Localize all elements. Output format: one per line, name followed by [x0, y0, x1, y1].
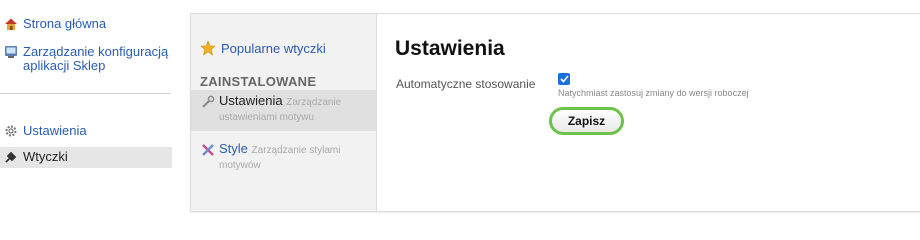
popular-plugins-link[interactable]: Popularne wtyczki: [200, 40, 326, 56]
nav-config-label: Zarządzanie konfiguracją aplikacji Sklep: [23, 44, 169, 73]
auto-apply-checkbox[interactable]: [558, 73, 570, 85]
left-nav: Strona główna Zarządzanie konfiguracją a…: [0, 0, 178, 240]
plugin-panel: Popularne wtyczki ZAINSTALOWANE Ustawien…: [190, 13, 920, 212]
nav-config-link[interactable]: Zarządzanie konfiguracją aplikacji Sklep: [4, 45, 173, 73]
save-button[interactable]: Zapisz: [549, 107, 624, 135]
gear-icon: [4, 124, 18, 138]
plugin-settings-name: Ustawienia: [219, 93, 283, 108]
config-icon: [4, 45, 18, 59]
auto-apply-label: Automatyczne stosowanie: [396, 77, 536, 91]
wrench-icon: [201, 95, 215, 109]
paint-icon: [201, 143, 215, 157]
plugin-item-style[interactable]: Style Zarządzanie stylami motywów: [191, 138, 376, 179]
plugin-icon: [4, 150, 18, 164]
checkmark-icon: [559, 75, 569, 83]
nav-home-link[interactable]: Strona główna: [4, 17, 106, 31]
nav-settings-label: Ustawienia: [23, 123, 87, 138]
installed-heading: ZAINSTALOWANE: [200, 74, 317, 89]
nav-plugins-label: Wtyczki: [23, 149, 68, 164]
plugin-item-settings[interactable]: Ustawienia Zarządzanie ustawieniami moty…: [191, 90, 376, 131]
auto-apply-hint: Natychmiast zastosuj zmiany do wersji ro…: [558, 88, 749, 98]
nav-settings-link[interactable]: Ustawienia: [4, 124, 87, 138]
page-title: Ustawienia: [395, 37, 505, 60]
plugin-subnav: Popularne wtyczki ZAINSTALOWANE Ustawien…: [191, 14, 377, 211]
nav-plugins-link[interactable]: Wtyczki: [0, 147, 172, 168]
home-icon: [4, 17, 18, 31]
plugin-style-name: Style: [219, 141, 248, 156]
star-icon: [200, 40, 216, 56]
nav-home-label: Strona główna: [23, 16, 107, 31]
nav-divider: [0, 93, 170, 94]
popular-plugins-label: Popularne wtyczki: [221, 40, 326, 56]
settings-content: Ustawienia Automatyczne stosowanie Natyc…: [377, 14, 920, 211]
